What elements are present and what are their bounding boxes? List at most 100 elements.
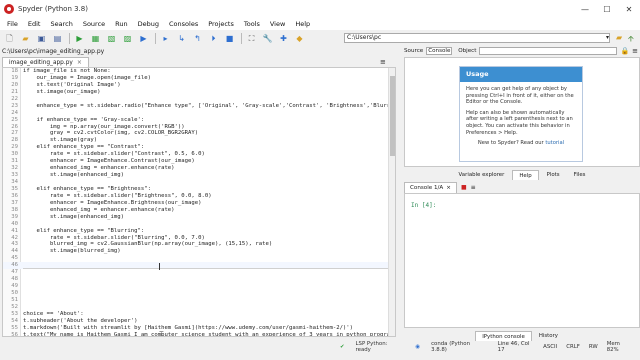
menu-run[interactable]: Run [110, 20, 132, 28]
save-icon[interactable]: ▣ [36, 33, 47, 44]
tab-options-icon[interactable]: ≡ [380, 57, 386, 67]
run-selection-icon[interactable]: ▨ [122, 33, 133, 44]
close-button[interactable]: ✕ [618, 0, 640, 18]
code-line[interactable]: 40 [3, 221, 395, 228]
code-line[interactable]: 43 blurred_img = cv2.GaussianBlur(np.arr… [3, 241, 395, 248]
code-line[interactable]: 29 elif enhance_type == "Contrast": [3, 144, 395, 151]
maximize-pane-icon[interactable]: ⛶ [246, 33, 257, 44]
code-line[interactable]: 54 t.subheader('About the developer') [3, 318, 395, 325]
code-line[interactable]: 52 [3, 304, 395, 311]
code-line[interactable]: 21 st.image(our_image) [3, 89, 395, 96]
maximize-button[interactable]: ☐ [596, 0, 618, 18]
code-line[interactable]: 42 rate = st.sidebar.slider("Blurring", … [3, 235, 395, 242]
tab-history[interactable]: History [533, 331, 564, 341]
lock-icon[interactable]: 🔒 [620, 47, 629, 55]
code-line[interactable]: 56 t.text("My name is Haithem Gasmi I am … [3, 332, 395, 336]
menu-tools[interactable]: Tools [239, 20, 265, 28]
menu-file[interactable]: File [2, 20, 23, 28]
toolbar-separator [155, 33, 156, 44]
debug-file-icon[interactable]: ▸ [160, 33, 171, 44]
code-line[interactable]: 45 [3, 255, 395, 262]
code-line[interactable]: 35 elif enhance_type == "Brightness": [3, 186, 395, 193]
tab-plots[interactable]: Plots [541, 170, 566, 180]
menu-consoles[interactable]: Consoles [164, 20, 203, 28]
editor-tab[interactable]: image_editing_app.py × [2, 57, 89, 67]
code-line[interactable]: 53 choice == 'About': [3, 311, 395, 318]
pythonpath-icon[interactable]: ✚ [278, 33, 289, 44]
code-line[interactable]: 24 [3, 110, 395, 117]
menu-debug[interactable]: Debug [133, 20, 164, 28]
code-line[interactable]: 23 enhance_type = st.sidebar.radio("Enha… [3, 103, 395, 110]
step-return-icon[interactable]: ↰ [192, 33, 203, 44]
debug-icon[interactable]: ▶ [138, 33, 149, 44]
close-console-icon[interactable]: × [446, 183, 451, 194]
code-line[interactable]: 48 [3, 276, 395, 283]
working-directory-input[interactable]: C:\Users\pc [344, 33, 610, 43]
scrollbar-thumb[interactable] [390, 76, 395, 156]
code-line[interactable]: 50 [3, 290, 395, 297]
tab-files[interactable]: Files [568, 170, 592, 180]
step-into-icon[interactable]: ↳ [176, 33, 187, 44]
minimize-button[interactable]: — [574, 0, 596, 18]
tutorial-link[interactable]: tutorial [545, 140, 564, 146]
code-line[interactable]: 36 rate = st.sidebar.slider("Brightness"… [3, 193, 395, 200]
tab-help[interactable]: Help [512, 170, 539, 180]
code-line[interactable]: 25 if enhance_type == 'Gray-scale': [3, 117, 395, 124]
code-line[interactable]: 18 if image_file is not None: [3, 68, 395, 75]
tab-variable-explorer[interactable]: Variable explorer [453, 170, 511, 180]
run-cell-icon[interactable]: ▦ [90, 33, 101, 44]
code-line[interactable]: 41 elif enhance_type == "Blurring": [3, 228, 395, 235]
code-line[interactable]: 46 [3, 262, 395, 270]
run-icon[interactable]: ▶ [74, 33, 85, 44]
console-tab[interactable]: Console 1/A × [404, 181, 457, 194]
close-tab-icon[interactable]: × [77, 58, 82, 68]
code-editor[interactable]: 18 if image_file is not None: 19 our_image… [2, 67, 396, 337]
code-line[interactable]: 55 t.markdown('Built with streamlit by [H… [3, 325, 395, 332]
open-file-icon[interactable]: ▰ [20, 33, 31, 44]
code-line[interactable]: 28 st.image(gray) [3, 137, 395, 144]
code-line[interactable]: 27 gray = cv2.cvtColor(img, cv2.COLOR_BG… [3, 130, 395, 137]
chevron-down-icon[interactable]: ▾ [606, 33, 614, 43]
folder-icon[interactable]: ▰ [616, 33, 622, 42]
stop-kernel-icon[interactable]: ■ [461, 184, 467, 191]
save-all-icon[interactable]: ▤ [52, 33, 63, 44]
menu-edit[interactable]: Edit [23, 20, 46, 28]
object-input[interactable] [479, 47, 618, 55]
new-file-icon[interactable]: 🗋 [4, 33, 15, 44]
code-line[interactable]: 22 [3, 96, 395, 103]
line-number: 48 [11, 276, 18, 283]
code-line[interactable]: 20 st.text('Original Image') [3, 82, 395, 89]
menu-projects[interactable]: Projects [203, 20, 239, 28]
tab-ipython-console[interactable]: IPython console [475, 331, 532, 341]
code-line[interactable]: 32 enhanced_img = enhancer.enhance(rate) [3, 165, 395, 172]
options-menu-icon[interactable]: ≡ [632, 47, 638, 55]
menu-help[interactable]: Help [290, 20, 315, 28]
source-select[interactable]: Console [426, 47, 453, 55]
ipython-console[interactable]: In [4]: [404, 193, 640, 328]
parent-directory-icon[interactable]: 🡩 [628, 33, 634, 47]
stop-debug-icon[interactable]: ■ [224, 33, 235, 44]
code-line[interactable]: 44 st.image(blurred_img) [3, 248, 395, 255]
code-line[interactable]: 47 [3, 269, 395, 276]
code-line[interactable]: 31 enhancer = ImageEnhance.Contrast(our_… [3, 158, 395, 165]
console-options-icon[interactable]: ≡ [471, 184, 476, 191]
code-line[interactable]: 37 enhancer = ImageEnhance.Brightness(ou… [3, 200, 395, 207]
preferences-icon[interactable]: 🔧 [262, 33, 273, 44]
code-line[interactable]: 49 [3, 283, 395, 290]
editor-scrollbar[interactable] [388, 68, 395, 336]
code-line[interactable]: 51 [3, 297, 395, 304]
menu-source[interactable]: Source [78, 20, 110, 28]
python-icon[interactable]: ◆ [294, 33, 305, 44]
code-line[interactable]: 26 img = np.array(our_image.convert('RGB… [3, 124, 395, 131]
code-line[interactable]: 30 rate = st.sidebar.slider("Contrast", … [3, 151, 395, 158]
menu-view[interactable]: View [265, 20, 290, 28]
code-line[interactable]: 38 enhanced_img = enhancer.enhance(rate) [3, 207, 395, 214]
code-line[interactable]: 19 our_image = Image.open(image_file) [3, 75, 395, 82]
menu-search[interactable]: Search [45, 20, 77, 28]
code-line[interactable]: 34 [3, 179, 395, 186]
code-line[interactable]: 33 st.image(enhanced_img) [3, 172, 395, 179]
run-cell-advance-icon[interactable]: ▧ [106, 33, 117, 44]
line-code: enhancer = ImageEnhance.Brightness(our_i… [23, 199, 202, 206]
code-line[interactable]: 39 st.image(enhanced_img) [3, 214, 395, 221]
continue-icon[interactable]: ⏵ [208, 33, 219, 44]
